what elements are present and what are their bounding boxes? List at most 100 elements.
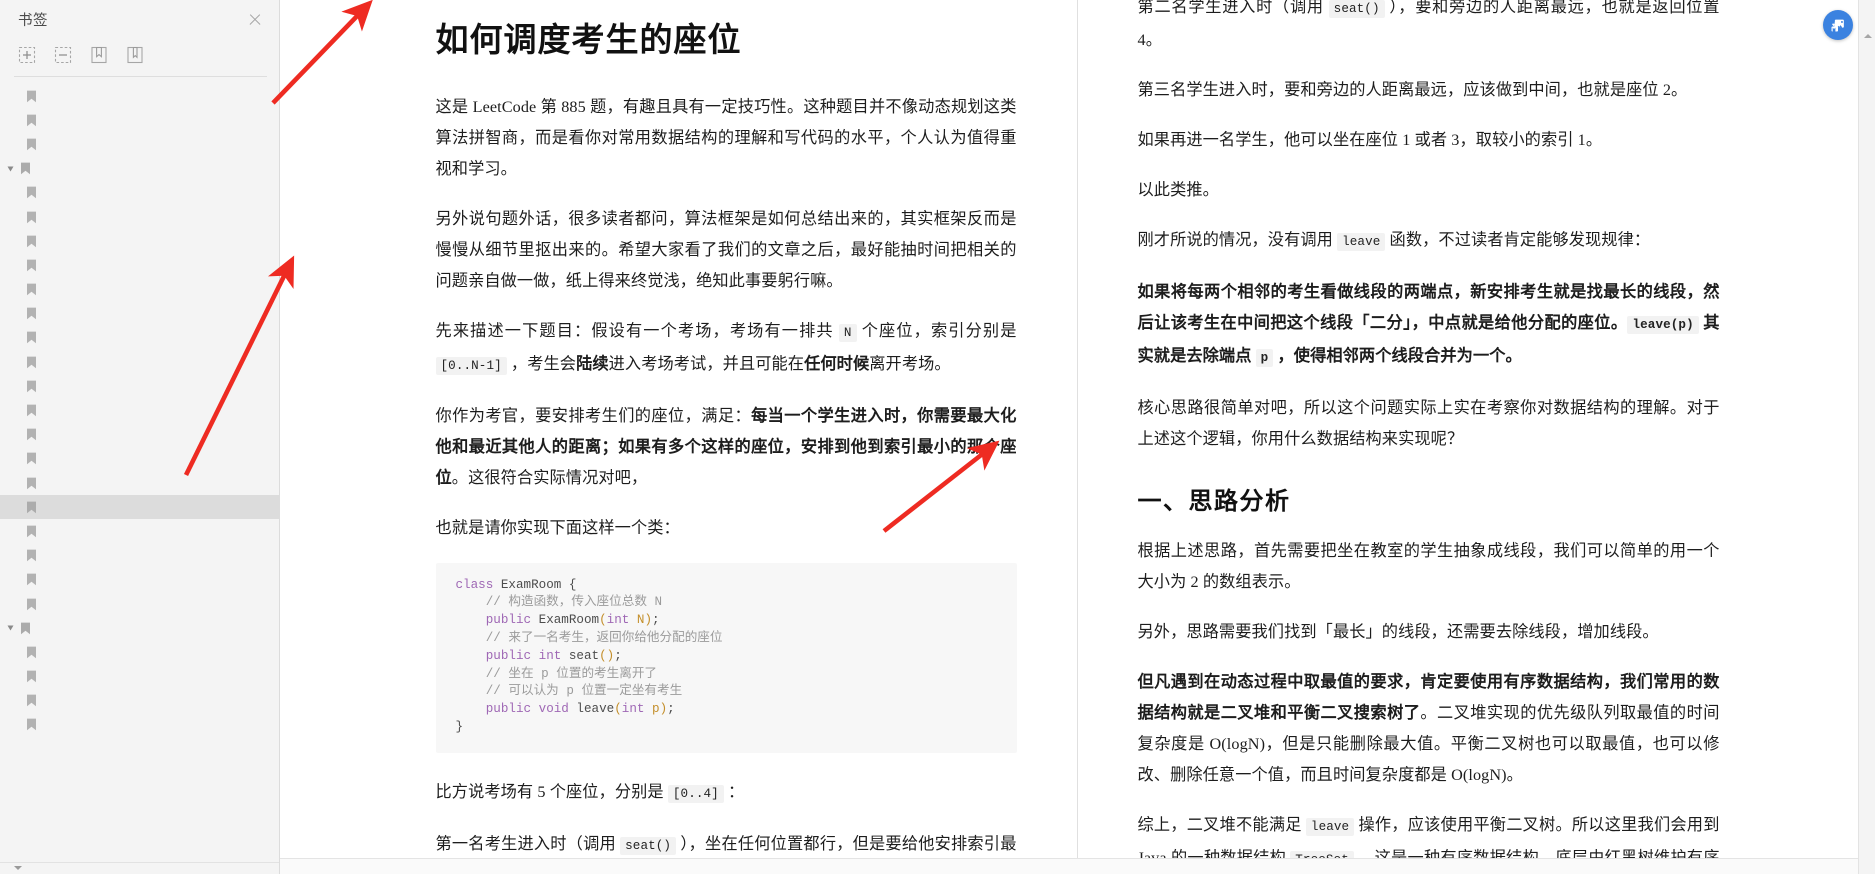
paragraph-text: 另外说句题外话，很多读者都问，算法框架是如何总结出来的，其实框架反而是慢慢从细节…: [435, 209, 1017, 290]
add-bookmark-icon[interactable]: [88, 44, 110, 66]
paragraph: 你作为考官，要安排考生们的座位，满足：每当一个学生进入时，你需要最大化他和最近其…: [436, 401, 1017, 494]
bookmark-item-icon: [27, 283, 36, 296]
chevron-down-icon[interactable]: [7, 166, 14, 172]
bookmark-item-icon: [21, 162, 30, 175]
bookmark-item[interactable]: [0, 423, 279, 447]
bottom-status-strip: [280, 858, 1875, 874]
inline-code: p: [1255, 349, 1274, 367]
bookmark-item[interactable]: [0, 495, 279, 520]
paragraph: 如果再进一名学生，他可以坐在座位 1 或者 3，取较小的索引 1。: [1138, 125, 1720, 156]
paragraph-text: ，考生会: [506, 354, 577, 373]
paragraph: 如果将每两个相邻的考生看做线段的两端点，新安排考生就是找最长的线段，然后让该考生…: [1138, 277, 1720, 374]
paragraph: 第二名学生进入时（调用 seat() ），要和旁边的人距离最远，也就是返回位置 …: [1138, 0, 1720, 56]
bookmark-item-icon: [27, 380, 36, 393]
bookmark-item[interactable]: [0, 689, 279, 713]
left-page-paragraphs: 这是 LeetCode 第 885 题，有趣且具有一定技巧性。这种题目并不像动态…: [435, 92, 1017, 544]
paragraph-text: ：: [723, 782, 745, 801]
bookmark-item[interactable]: [0, 302, 279, 326]
paragraph-text: 这是 LeetCode 第 885 题，有趣且具有一定技巧性。这种题目并不像动态…: [435, 97, 1017, 178]
document-page-left: 如何调度考生的座位 这是 LeetCode 第 885 题，有趣且具有一定技巧性…: [375, 0, 1078, 874]
sidebar-divider: [14, 76, 267, 77]
vertical-scrollbar[interactable]: [1858, 0, 1875, 874]
inline-code: leave(p): [1627, 316, 1699, 334]
pdf-reader-window: 书签 如何调度考生的座位 这是 LeetCode 第 885 题，有趣且具有一定…: [0, 0, 1875, 874]
paragraph: 先来描述一下题目：假设有一个考场，考场有一排共 N 个座位，索引分别是 [0..…: [435, 316, 1017, 382]
bookmark-item-icon: [27, 719, 36, 731]
bookmark-item-icon: [27, 138, 36, 151]
expand-all-bookmarks-icon[interactable]: [16, 44, 38, 66]
bookmarks-toolbar: [0, 38, 279, 72]
bookmark-item[interactable]: [0, 132, 279, 156]
bookmark-item[interactable]: [0, 519, 279, 543]
sidebar-scroll-strip[interactable]: [0, 862, 279, 874]
inline-code: seat(): [1328, 0, 1385, 18]
bookmark-item[interactable]: [0, 616, 279, 640]
scroll-up-icon[interactable]: [1863, 34, 1872, 38]
bookmark-item-icon: [27, 670, 36, 683]
bookmark-item-icon: [27, 694, 36, 707]
bookmark-item[interactable]: [0, 108, 279, 132]
bookmark-item[interactable]: [0, 157, 279, 181]
paragraph-text: 第三名学生进入时，要和旁边的人距离最远，应该做到中间，也就是座位 2。: [1137, 81, 1688, 99]
bookmark-item-icon: [27, 404, 36, 417]
paragraph: 核心思路很简单对吧，所以这个问题实际上实在考察你对数据结构的理解。对于上述这个逻…: [1138, 393, 1720, 455]
bookmark-item[interactable]: [0, 229, 279, 253]
paragraph-text: 根据上述思路，首先需要把坐在教室的学生抽象成线段，我们可以简单的用一个大小为 2…: [1137, 542, 1720, 591]
bookmark-icon[interactable]: [124, 44, 146, 66]
code-block-content: class ExamRoom { // 构造函数，传入座位总数 N public…: [455, 577, 723, 734]
bookmark-item[interactable]: [0, 447, 279, 471]
close-icon[interactable]: [245, 9, 265, 29]
bookmark-item[interactable]: [0, 326, 279, 350]
paragraph: 根据上述思路，首先需要把坐在教室的学生抽象成线段，我们可以简单的用一个大小为 2…: [1138, 536, 1720, 598]
bookmark-item[interactable]: [0, 84, 279, 108]
collapse-all-bookmarks-icon[interactable]: [52, 44, 74, 66]
bookmark-item[interactable]: [0, 278, 279, 302]
paragraph-text: 函数，不过读者肯定能够发现规律：: [1385, 231, 1651, 249]
screenshot-tool-icon[interactable]: [1823, 10, 1853, 40]
bookmark-item[interactable]: [0, 350, 279, 374]
bookmark-item[interactable]: [0, 181, 279, 205]
bookmark-item-icon: [27, 525, 36, 538]
bookmark-item[interactable]: [0, 471, 279, 495]
bookmark-item[interactable]: [0, 544, 279, 568]
bookmark-item[interactable]: [0, 374, 279, 398]
right-page-paragraphs-after: 根据上述思路，首先需要把坐在教室的学生抽象成线段，我们可以简单的用一个大小为 2…: [1138, 536, 1720, 874]
bookmark-item[interactable]: [0, 568, 279, 592]
paragraph: 另外说句题外话，很多读者都问，算法框架是如何总结出来的，其实框架反而是慢慢从细节…: [436, 204, 1017, 297]
paragraph-text: ，使得相邻两个线段合并为一个。: [1273, 347, 1522, 365]
section-heading: 一、思路分析: [1137, 489, 1291, 515]
paragraph-text: 另外，思路需要我们找到「最长」的线段，还需要去除线段，增加线段。: [1137, 623, 1659, 641]
inline-code: N: [838, 323, 857, 342]
sidebar-title: 书签: [18, 12, 48, 29]
bookmark-item-icon: [27, 598, 36, 610]
paragraph-text: 进入考场考试，并且可能在: [608, 354, 805, 373]
bookmark-item[interactable]: [0, 253, 279, 277]
paragraph-text: 第二名学生进入时（调用: [1137, 0, 1329, 16]
chevron-down-icon[interactable]: [7, 625, 14, 631]
bookmark-item-icon: [27, 573, 36, 586]
paragraph-text: 综上，二叉堆不能满足: [1137, 816, 1306, 834]
bookmark-item-icon: [27, 307, 36, 320]
inline-code: [0..N-1]: [435, 356, 507, 375]
bookmark-item-icon: [27, 356, 36, 368]
bookmark-item-icon: [27, 549, 36, 562]
inline-code: leave: [1305, 818, 1355, 836]
paragraph-text: 核心思路很简单对吧，所以这个问题实际上实在考察你对数据结构的理解。对于上述这个逻…: [1137, 399, 1720, 448]
paragraph: 也就是请你实现下面这样一个类：: [436, 513, 1017, 544]
bookmark-item[interactable]: [0, 640, 279, 664]
bookmark-item-icon: [27, 477, 36, 489]
page-title: 如何调度考生的座位: [435, 23, 742, 59]
bookmark-item[interactable]: [0, 592, 279, 616]
bookmark-item-icon: [27, 453, 36, 465]
bookmark-item[interactable]: [0, 665, 279, 689]
document-viewer[interactable]: 如何调度考生的座位 这是 LeetCode 第 885 题，有趣且具有一定技巧性…: [280, 0, 1875, 874]
bookmark-item-icon: [27, 90, 36, 102]
bookmarks-sidebar: 书签: [0, 0, 280, 874]
inline-code: [0..4]: [667, 784, 724, 803]
paragraph-text: 先来描述一下题目：假设有一个考场，考场有一排共: [435, 321, 839, 340]
bookmark-item[interactable]: [0, 713, 279, 737]
bookmark-item[interactable]: [0, 398, 279, 422]
paragraph-text: 也就是请你实现下面这样一个类：: [435, 518, 680, 537]
bookmark-item[interactable]: [0, 205, 279, 229]
bookmark-list[interactable]: [0, 82, 279, 862]
